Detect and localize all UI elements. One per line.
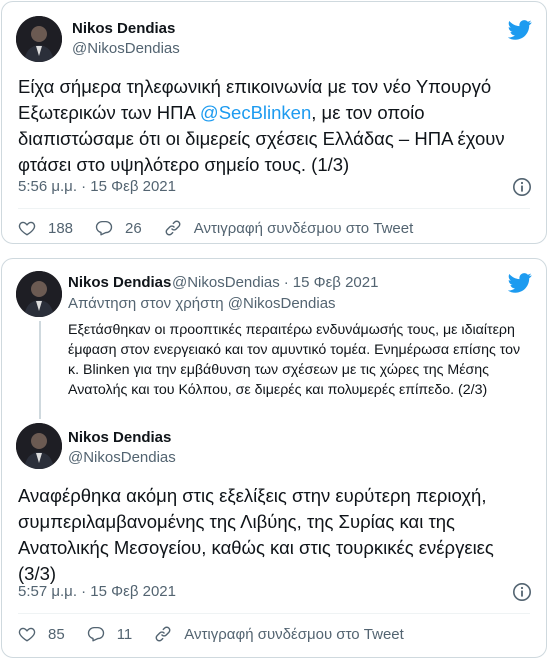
reply-to-label[interactable]: Απάντηση στον χρήστη @NikosDendias [68,295,336,312]
info-icon[interactable] [512,582,532,602]
like-button[interactable]: 188 [18,219,73,237]
reply-count: 26 [125,219,142,237]
copy-link-label: Αντιγραφή συνδέσμου στο Tweet [184,625,404,643]
heart-icon [18,627,36,642]
twitter-bird-icon[interactable] [508,273,532,293]
heart-icon [18,221,36,236]
like-count: 188 [48,219,74,237]
reply-count: 11 [116,625,133,643]
author-handle[interactable]: @NikosDendias [172,274,280,291]
author-name[interactable]: Nikos Dendias [68,274,171,291]
tweet-card-1[interactable]: Nikos Dendias @NikosDendias Είχα σήμερα … [1,1,547,244]
author-handle-and-date: @NikosDendias · 15 Φεβ 2021 [172,274,378,291]
author-handle[interactable]: @NikosDendias [68,449,176,466]
mention-link[interactable]: @SecBlinken [200,102,311,123]
like-button[interactable]: 85 [18,625,65,643]
tweet-timestamp[interactable]: 5:57 μ.μ. · 15 Φεβ 2021 [18,583,176,600]
avatar[interactable] [16,271,62,317]
separator-dot: · [283,274,289,291]
reply-bubble-icon [95,220,113,236]
reply-button[interactable]: 26 [95,219,142,237]
reply-button[interactable]: 11 [87,625,133,643]
tweet-actions: 188 26 Αντιγραφή συνδέσμου στο Tweet [18,217,530,239]
avatar-image [16,271,62,317]
thread-line [39,321,41,419]
avatar-image [16,16,62,62]
author-name[interactable]: Nikos Dendias [68,429,171,446]
author-name[interactable]: Nikos Dendias [72,20,175,37]
tweet-text: Είχα σήμερα τηλεφωνική επικοινωνία με το… [18,74,532,178]
tweet-text: Εξετάσθηκαν οι προοπτικές περαιτέρω ενδυ… [68,322,521,398]
copy-link-label: Αντιγραφή συνδέσμου στο Tweet [193,219,414,237]
reply-bubble-icon [87,626,104,642]
divider [18,613,530,614]
like-count: 85 [48,625,65,643]
tweet-card-2[interactable]: Nikos Dendias @NikosDendias · 15 Φεβ 2021 … [1,258,547,658]
tweet-actions: 85 11 Αντιγραφή συνδέσμου στο Tweet [18,623,530,645]
avatar[interactable] [16,423,62,469]
tweet-text: Αναφέρθηκα ακόμη στις εξελίξεις στην ευρ… [18,485,494,584]
tweet-timestamp[interactable]: 5:56 μ.μ. · 15 Φεβ 2021 [18,178,176,195]
author-handle[interactable]: @NikosDendias [72,40,180,57]
avatar[interactable] [16,16,62,62]
copy-link-button[interactable]: Αντιγραφή συνδέσμου στο Tweet [154,625,404,643]
twitter-bird-icon[interactable] [508,20,532,40]
info-icon[interactable] [512,177,532,197]
copy-link-button[interactable]: Αντιγραφή συνδέσμου στο Tweet [164,219,414,237]
link-icon [165,220,181,236]
tweet-date[interactable]: 15 Φεβ 2021 [293,274,379,291]
link-icon [155,626,171,642]
divider [18,208,530,209]
avatar-image [16,423,62,469]
